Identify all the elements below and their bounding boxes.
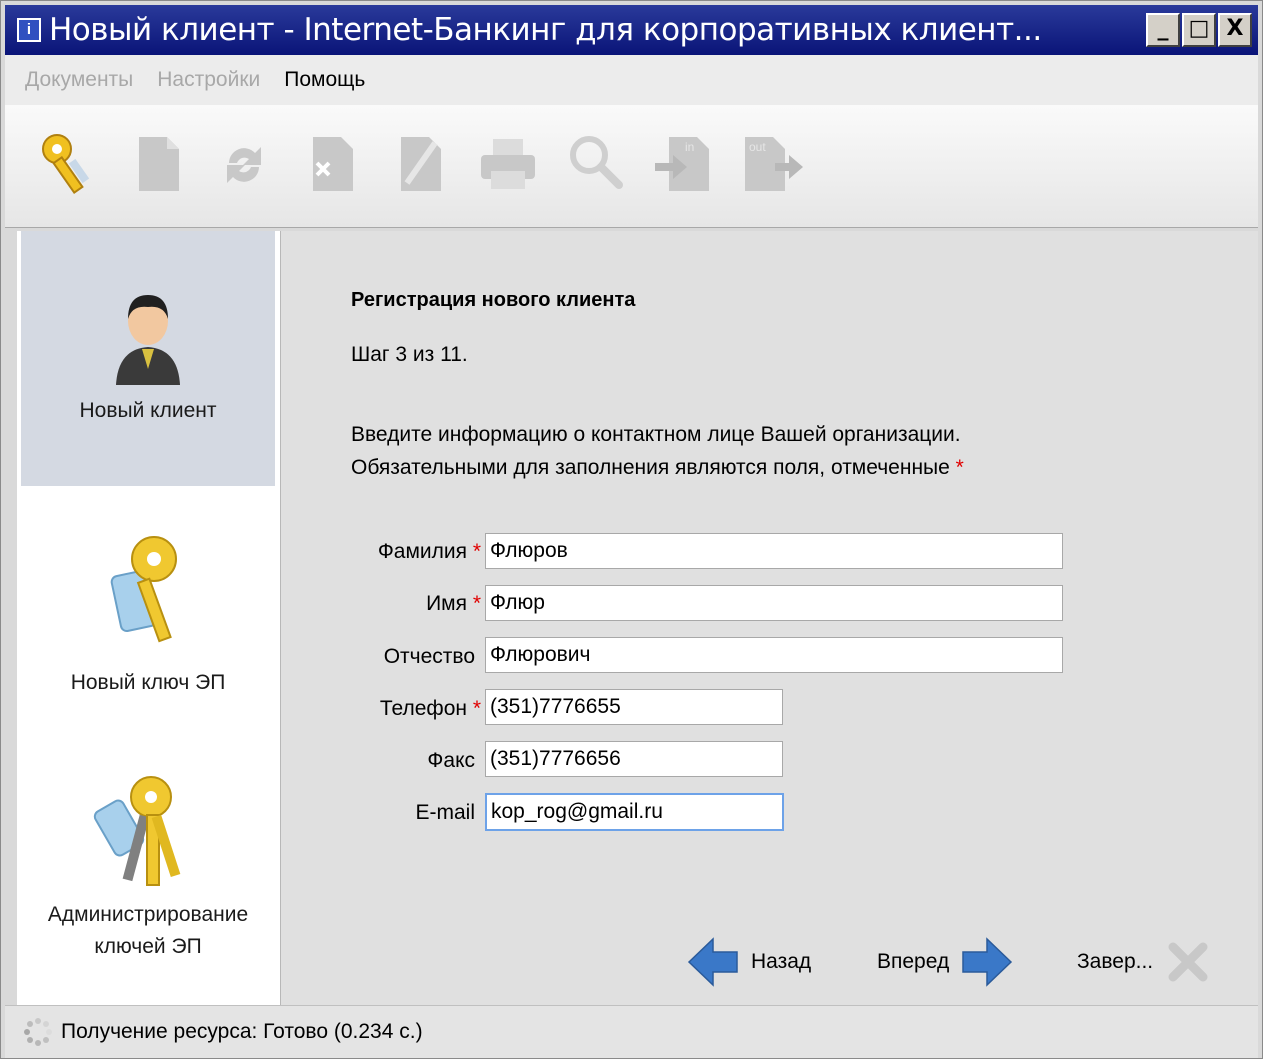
new-document-icon[interactable] [123,129,193,199]
arrow-left-icon [687,937,738,987]
user-icon [116,295,180,385]
surname-row: Фамилия * [281,532,481,572]
keys-icon[interactable] [35,129,105,199]
next-button[interactable]: Вперед [877,937,1013,987]
status-text: Получение ресурса: Готово (0.234 с.) [61,1020,423,1043]
name-label: Имя * [426,592,481,615]
step-indicator: Шаг 3 из 11. [351,343,468,366]
finish-button[interactable]: Завер... [1077,937,1213,987]
intro-line-1: Введите информацию о контактном лице Ваш… [351,423,961,446]
sidebar-item-label-line1: Администрирование [47,903,249,926]
print-icon[interactable] [473,129,543,199]
surname-field[interactable] [485,533,1063,569]
import-in-icon[interactable]: in [649,129,719,199]
email-field[interactable] [485,793,784,831]
surname-label: Фамилия * [377,540,481,563]
intro-text: Введите информацию о контактном лице Ваш… [351,418,964,484]
close-x-icon [1168,942,1208,982]
sidebar: Новый клиент Новый ключ ЭП Администриров… [17,231,281,1005]
email-label: E-mail [415,801,475,824]
back-label: Назад [751,950,812,973]
fax-label: Факс [427,749,475,772]
menu-settings[interactable]: Настройки [157,68,260,92]
wizard-nav: Назад Вперед Завер... [1,931,1263,991]
required-marker: * [955,456,964,479]
back-button[interactable]: Назад [687,937,811,987]
patronymic-label: Отчество [383,645,475,668]
sidebar-item-new-client[interactable]: Новый клиент [21,231,275,486]
app-window: i Новый клиент - Internet-Банкинг для ко… [0,0,1263,1059]
maximize-button[interactable]: □ [1182,13,1216,47]
title-bar[interactable]: i Новый клиент - Internet-Банкинг для ко… [5,5,1258,55]
spinner-icon [24,1018,52,1046]
key-icon [110,536,177,643]
intro-line-2: Обязательными для заполнения являются по… [351,456,964,479]
finish-label: Завер... [1077,950,1154,973]
next-label: Вперед [877,950,950,973]
arrow-right-icon [962,937,1013,987]
sidebar-item-label: Новый клиент [79,399,217,422]
phone-field[interactable] [485,689,783,725]
patronymic-row: Отчество [281,637,475,677]
sidebar-item-new-key[interactable]: Новый ключ ЭП [21,501,275,741]
keys-bundle-icon [93,776,181,886]
edit-document-icon[interactable] [385,129,455,199]
name-row: Имя * [281,584,481,624]
svg-text:out: out [749,140,766,154]
name-field[interactable] [485,585,1063,621]
menu-bar: Документы Настройки Помощь [5,55,1258,106]
minimize-button[interactable]: _ [1146,13,1180,47]
email-row: E-mail [281,793,475,833]
close-button[interactable]: X [1218,13,1252,47]
menu-documents[interactable]: Документы [25,68,133,92]
search-icon[interactable] [561,129,631,199]
app-logo-icon: i [17,18,41,42]
refresh-icon[interactable] [209,129,279,199]
fax-row: Факс [281,741,475,781]
phone-row: Телефон * [281,689,481,729]
delete-document-icon[interactable] [297,129,367,199]
export-out-icon[interactable]: out [737,129,807,199]
toolbar: in out [5,105,1258,228]
page-title: Регистрация нового клиента [351,289,636,311]
fax-field[interactable] [485,741,783,777]
status-bar: Получение ресурса: Готово (0.234 с.) [5,1005,1258,1058]
sidebar-item-label: Новый ключ ЭП [70,671,226,694]
svg-text:in: in [685,140,694,154]
patronymic-field[interactable] [485,637,1063,673]
menu-help[interactable]: Помощь [284,68,365,92]
phone-label: Телефон * [379,697,481,720]
window-title: Новый клиент - Internet-Банкинг для корп… [49,12,1042,48]
